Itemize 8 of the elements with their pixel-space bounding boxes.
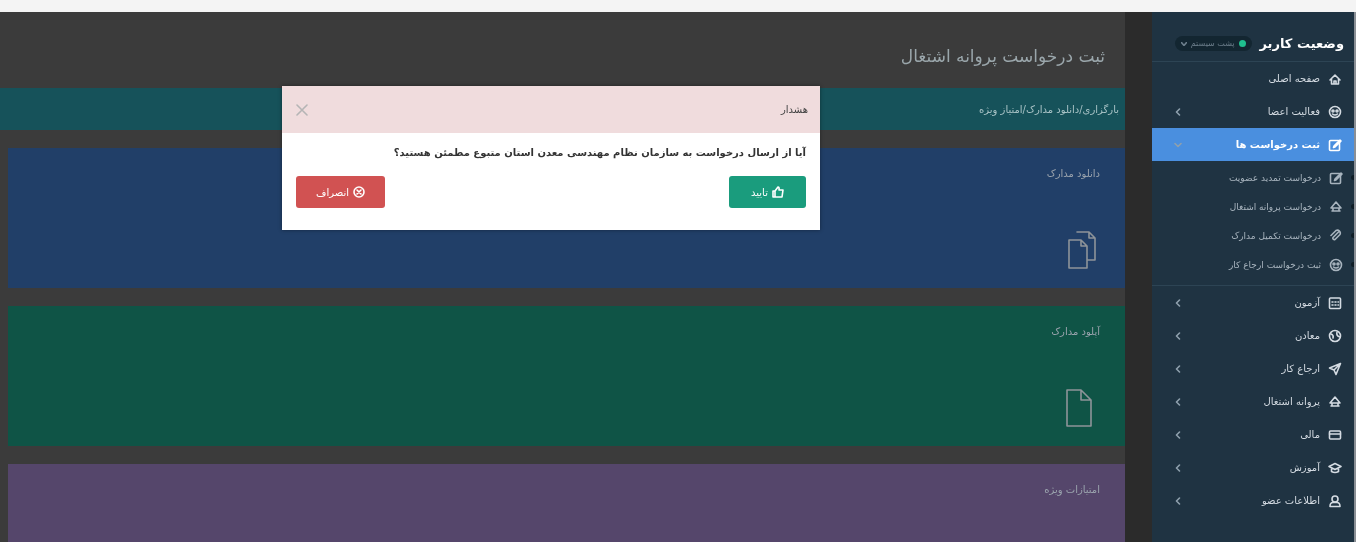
dialog-message: آیا از ارسال درخواست به سازمان نظام مهندسی معدن استان متبوع مطمئن هستید؟ xyxy=(392,147,806,158)
card-title: دانلود مدارک xyxy=(1046,168,1100,179)
sidebar-title: وضعیت کاربر xyxy=(1259,36,1344,51)
card-title: امتیازات ویژه xyxy=(1044,484,1100,495)
dialog-title: هشدار xyxy=(780,104,808,115)
page-title: ثبت درخواست پروانه اشتغال xyxy=(899,45,1106,69)
card-title: آپلود مدارک xyxy=(1051,326,1100,337)
breadcrumb: بارگزاری/دانلود مدارک/امتیاز ویژه xyxy=(979,103,1119,115)
